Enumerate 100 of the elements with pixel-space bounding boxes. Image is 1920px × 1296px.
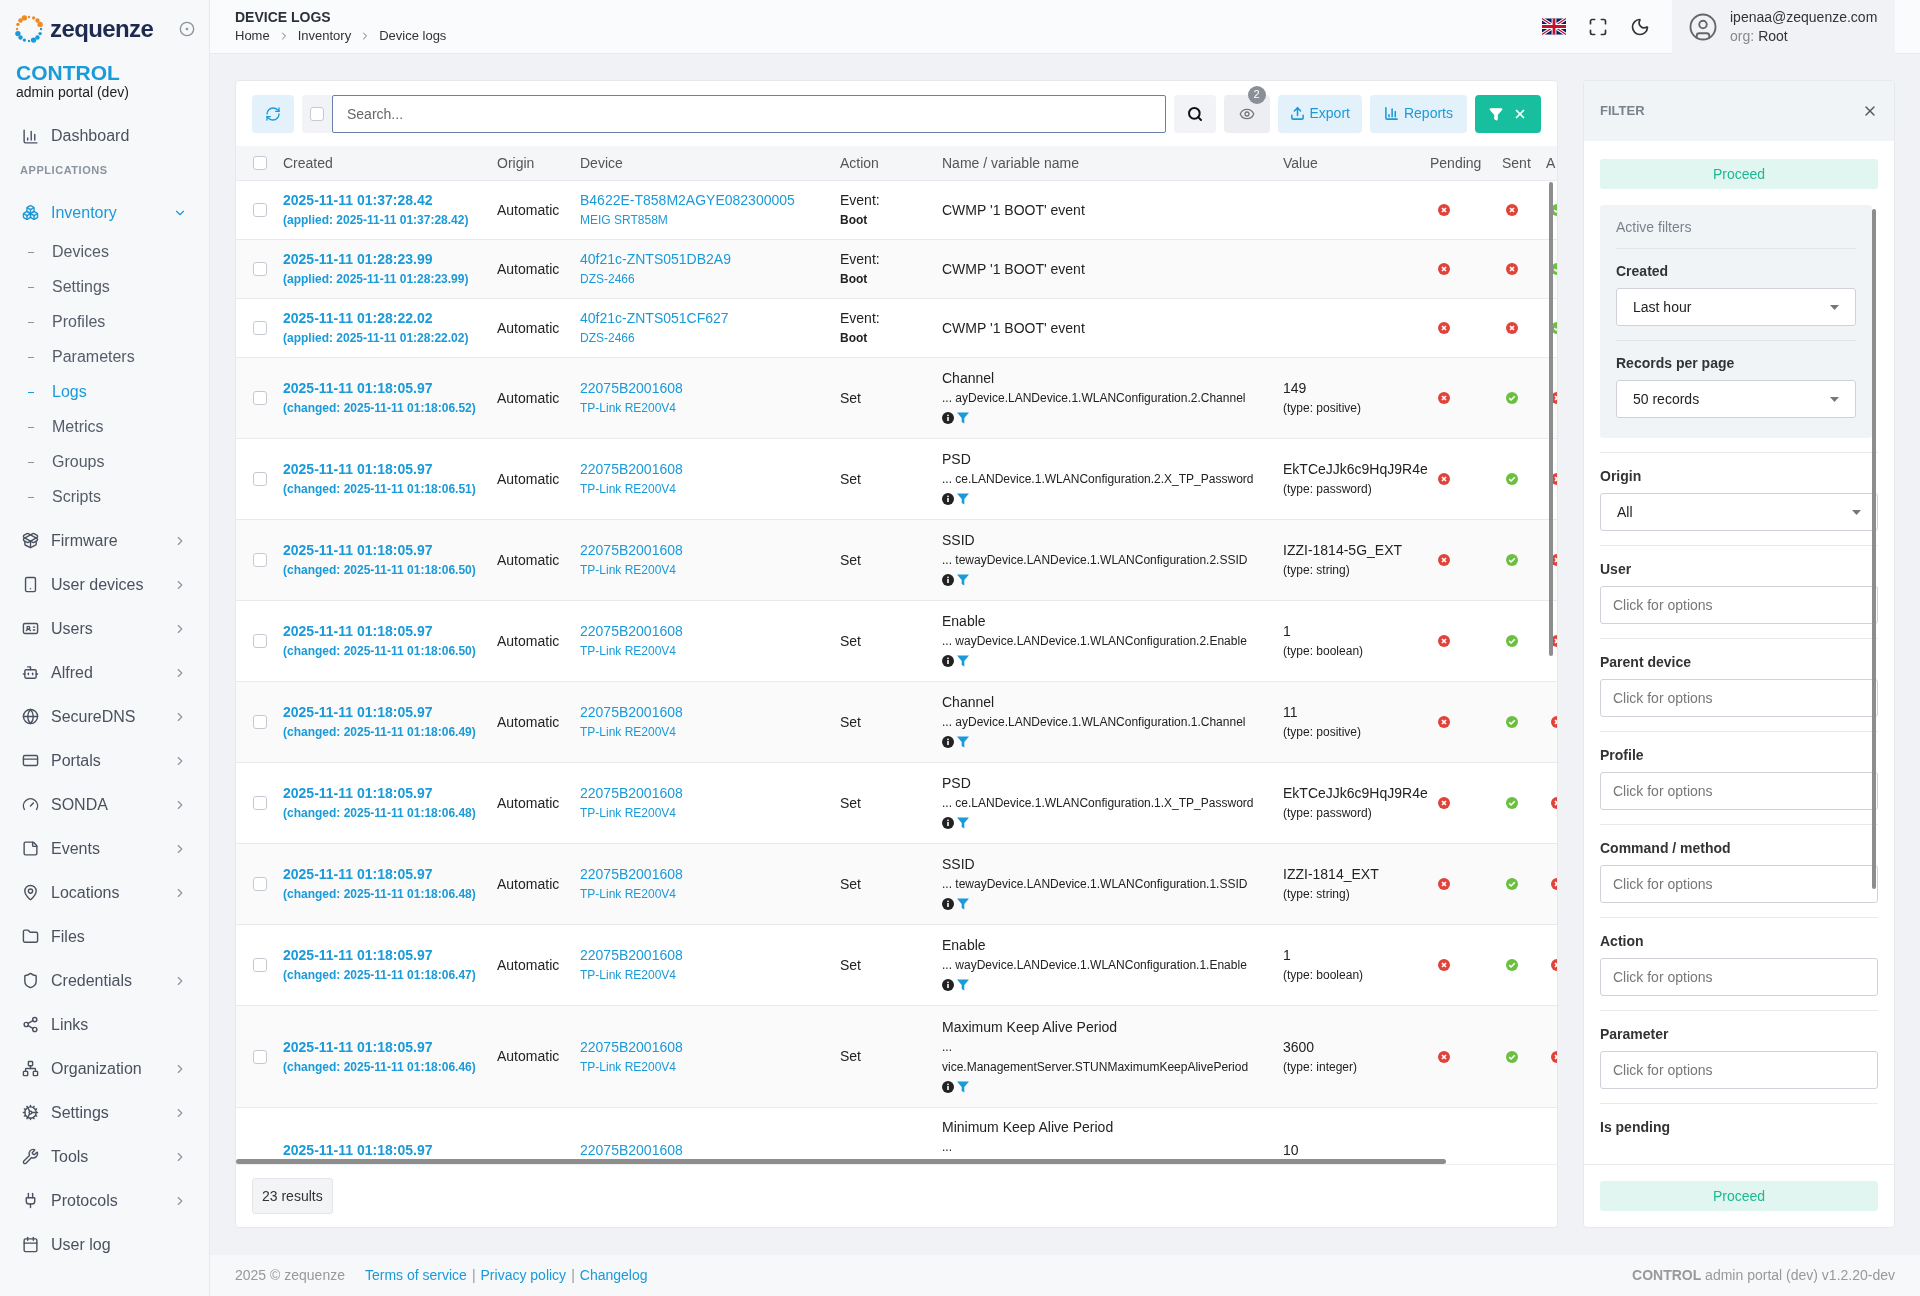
footer-link[interactable]: Terms of service bbox=[364, 1265, 467, 1286]
options-field[interactable]: Click for options bbox=[1600, 586, 1878, 624]
device-link[interactable]: 22075B2001608 bbox=[580, 702, 840, 722]
column-header[interactable]: Pending bbox=[1430, 152, 1502, 174]
footer-link[interactable]: Privacy policy bbox=[480, 1265, 567, 1286]
proceed-button[interactable]: Proceed bbox=[1600, 159, 1878, 189]
nav-subitem[interactable]: Profiles bbox=[52, 310, 106, 334]
export-button[interactable]: Export bbox=[1277, 94, 1362, 133]
created-link[interactable]: 2025-11-11 01:18:05.97 bbox=[283, 783, 497, 803]
select-all-checkbox[interactable] bbox=[310, 106, 324, 121]
nav-item[interactable]: SONDA bbox=[0, 782, 209, 827]
nav-item[interactable]: Links bbox=[0, 1002, 209, 1047]
search-field[interactable]: Search... bbox=[332, 94, 1166, 133]
created-link[interactable]: 2025-11-11 01:18:05.97 bbox=[283, 864, 497, 884]
nav-item[interactable]: SecureDNS bbox=[0, 694, 209, 739]
footer-link[interactable]: Changelog bbox=[579, 1265, 648, 1286]
device-link[interactable]: 22075B2001608 bbox=[580, 783, 840, 803]
info-icon[interactable] bbox=[942, 1080, 954, 1093]
column-header[interactable]: Sent bbox=[1502, 152, 1546, 174]
nav-item[interactable]: Credentials bbox=[0, 958, 209, 1003]
column-header[interactable]: Created bbox=[283, 152, 497, 174]
column-header[interactable]: Device bbox=[580, 152, 840, 174]
model-link[interactable]: DZS-2466 bbox=[580, 328, 840, 348]
nav-item[interactable]: User log bbox=[0, 1222, 209, 1267]
filter-toggle-button[interactable] bbox=[1475, 94, 1541, 133]
device-link[interactable]: 22075B2001608 bbox=[580, 945, 840, 965]
moon-icon[interactable] bbox=[1630, 16, 1650, 37]
row-checkbox[interactable] bbox=[253, 391, 267, 405]
nav-item[interactable]: Tools bbox=[0, 1134, 209, 1179]
nav-item[interactable]: Protocols bbox=[0, 1178, 209, 1223]
fullscreen-icon[interactable] bbox=[1588, 16, 1608, 37]
column-header[interactable]: Name / variable name bbox=[942, 152, 1283, 174]
nav-item[interactable]: Inventory bbox=[0, 190, 209, 235]
nav-subitem[interactable]: Devices bbox=[52, 240, 109, 264]
nav-item[interactable]: Users bbox=[0, 606, 209, 651]
created-link[interactable]: 2025-11-11 01:18:05.97 bbox=[283, 1036, 497, 1057]
model-link[interactable]: TP-Link RE200V4 bbox=[580, 560, 840, 580]
column-header[interactable]: Origin bbox=[497, 152, 580, 174]
select-field[interactable]: Last hour bbox=[1616, 288, 1856, 326]
column-header[interactable]: Value bbox=[1283, 152, 1430, 174]
row-checkbox[interactable] bbox=[253, 877, 267, 891]
breadcrumb-item[interactable]: Inventory bbox=[297, 25, 352, 46]
breadcrumb-item[interactable]: Home bbox=[235, 25, 270, 46]
proceed-button[interactable]: Proceed bbox=[1600, 1181, 1878, 1211]
device-link[interactable]: 22075B2001608 bbox=[580, 1036, 840, 1057]
row-checkbox[interactable] bbox=[253, 156, 267, 170]
nav-item[interactable]: Alfred bbox=[0, 650, 209, 695]
column-header[interactable]: Action bbox=[840, 152, 942, 174]
device-link[interactable]: 22075B2001608 bbox=[580, 540, 840, 560]
device-link[interactable]: 22075B2001608 bbox=[580, 621, 840, 641]
row-checkbox[interactable] bbox=[253, 958, 267, 972]
row-checkbox[interactable] bbox=[253, 715, 267, 729]
created-link[interactable]: 2025-11-11 01:37:28.42 bbox=[283, 190, 497, 210]
nav-item[interactable]: Dashboard bbox=[0, 114, 209, 158]
row-checkbox[interactable] bbox=[253, 796, 267, 810]
row-checkbox[interactable] bbox=[253, 634, 267, 648]
options-field[interactable]: Click for options bbox=[1600, 772, 1878, 810]
model-link[interactable]: TP-Link RE200V4 bbox=[580, 641, 840, 661]
info-icon[interactable] bbox=[942, 898, 954, 910]
nav-item[interactable]: Settings bbox=[0, 1090, 209, 1135]
options-field[interactable]: Click for options bbox=[1600, 865, 1878, 903]
nav-item[interactable]: Events bbox=[0, 826, 209, 871]
device-link[interactable]: 22075B2001608 bbox=[580, 1142, 683, 1158]
device-link[interactable]: 22075B2001608 bbox=[580, 864, 840, 884]
created-link[interactable]: 2025-11-11 01:28:23.99 bbox=[283, 249, 497, 269]
horizontal-scrollbar[interactable] bbox=[236, 1159, 1446, 1164]
info-icon[interactable] bbox=[942, 412, 954, 424]
device-link[interactable]: 40f21c-ZNTS051DB2A9 bbox=[580, 249, 840, 269]
user-menu[interactable]: ipenaa@zequenze.com org: Root bbox=[1672, 0, 1895, 54]
vertical-scrollbar[interactable] bbox=[1872, 209, 1876, 889]
info-icon[interactable] bbox=[942, 736, 954, 748]
created-link[interactable]: 2025-11-11 01:18:05.97 bbox=[283, 378, 497, 398]
created-link[interactable]: 2025-11-11 01:18:05.97 bbox=[283, 702, 497, 722]
model-link[interactable]: TP-Link RE200V4 bbox=[580, 884, 840, 904]
nav-subitem[interactable]: Parameters bbox=[52, 345, 135, 369]
info-icon[interactable] bbox=[942, 817, 954, 829]
nav-subitem[interactable]: Metrics bbox=[52, 415, 104, 439]
row-checkbox[interactable] bbox=[253, 203, 267, 217]
info-icon[interactable] bbox=[942, 574, 954, 586]
info-icon[interactable] bbox=[942, 493, 954, 505]
nav-item[interactable]: User devices bbox=[0, 562, 209, 607]
created-link[interactable]: 2025-11-11 01:18:05.97 bbox=[283, 621, 497, 641]
row-checkbox[interactable] bbox=[253, 321, 267, 335]
model-link[interactable]: TP-Link RE200V4 bbox=[580, 803, 840, 823]
options-field[interactable]: Click for options bbox=[1600, 679, 1878, 717]
created-link[interactable]: 2025-11-11 01:18:05.97 bbox=[283, 540, 497, 560]
created-link[interactable]: 2025-11-11 01:18:05.97 bbox=[283, 945, 497, 965]
row-checkbox[interactable] bbox=[253, 1049, 267, 1064]
row-checkbox[interactable] bbox=[253, 472, 267, 486]
nav-item[interactable]: Firmware bbox=[0, 518, 209, 563]
nav-subitem[interactable]: Settings bbox=[52, 275, 110, 299]
row-checkbox[interactable] bbox=[253, 553, 267, 567]
flag-icon[interactable] bbox=[1542, 18, 1566, 35]
info-icon[interactable] bbox=[942, 655, 954, 667]
select-field[interactable]: 50 records bbox=[1616, 380, 1856, 418]
device-link[interactable]: 40f21c-ZNTS051CF627 bbox=[580, 308, 840, 328]
created-link[interactable]: 2025-11-11 01:18:05.97 bbox=[283, 459, 497, 479]
device-link[interactable]: B4622E-T858M2AGYE082300005 bbox=[580, 190, 840, 210]
refresh-button[interactable] bbox=[252, 94, 294, 133]
nav-item[interactable]: Locations bbox=[0, 870, 209, 915]
